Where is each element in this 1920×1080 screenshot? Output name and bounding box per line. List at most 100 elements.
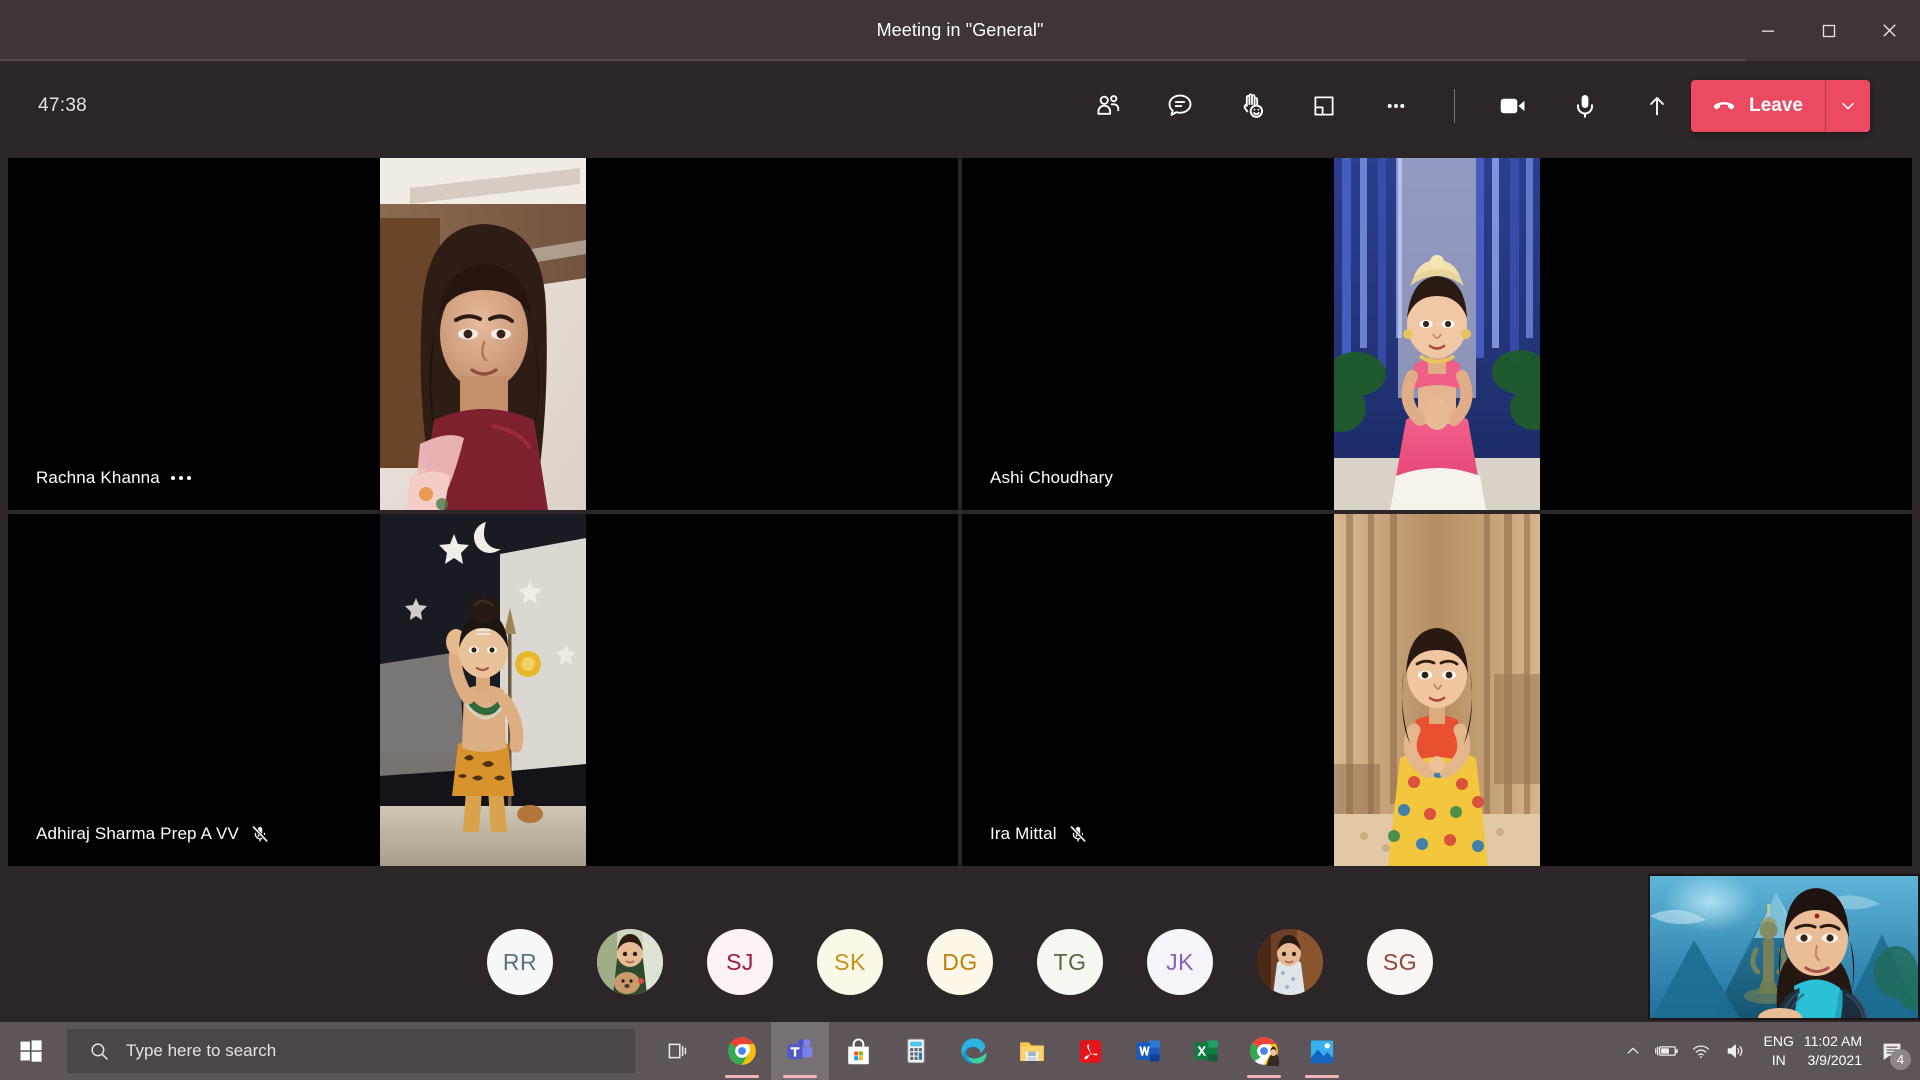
video-stage: Rachna Khanna Ashi Choudhary Adhiraj Sha… <box>0 150 1920 874</box>
task-view-button[interactable] <box>647 1022 707 1080</box>
participant-avatar[interactable] <box>597 929 663 995</box>
self-view-tile[interactable] <box>1648 874 1920 1020</box>
windows-start-icon <box>20 1040 42 1062</box>
calculator-icon <box>907 1038 925 1064</box>
task-view-icon <box>668 1043 687 1059</box>
close-button[interactable] <box>1859 0 1920 61</box>
scene-ashi <box>1334 158 1540 510</box>
participant-avatar[interactable]: DG <box>927 929 993 995</box>
window-controls <box>1737 0 1920 61</box>
action-center-button[interactable]: 4 <box>1872 1022 1912 1080</box>
tile-more-options-icon[interactable] <box>170 476 191 480</box>
system-tray: ENG IN 11:02 AM 3/9/2021 4 <box>1616 1022 1920 1080</box>
maximize-button[interactable] <box>1798 0 1859 61</box>
leave-label: Leave <box>1749 94 1803 116</box>
participant-name-badge: Ashi Choudhary <box>990 468 1113 488</box>
video-tile[interactable]: Ashi Choudhary <box>962 158 1912 510</box>
chat-button[interactable] <box>1154 80 1206 132</box>
camera-button[interactable] <box>1487 80 1539 132</box>
avatar-initials: SJ <box>726 948 754 975</box>
microsoft-store-icon <box>847 1038 869 1064</box>
video-tile[interactable]: Adhiraj Sharma Prep A VV <box>8 514 958 866</box>
microphone-muted-icon <box>1069 825 1086 843</box>
taskbar-app-calculator[interactable] <box>887 1022 945 1080</box>
microsoft-word-icon <box>1136 1040 1160 1062</box>
scene-rachna <box>380 158 586 510</box>
participants-button[interactable] <box>1082 80 1134 132</box>
taskbar-app-teams[interactable] <box>771 1022 829 1080</box>
language-indicator[interactable]: ENG IN <box>1764 1022 1794 1080</box>
microsoft-excel-icon <box>1194 1040 1218 1062</box>
windows-taskbar: Type here to search ENG IN 11:02 AM 3/9/… <box>0 1022 1920 1080</box>
app-running-indicator <box>725 1075 759 1078</box>
app-running-indicator <box>783 1075 817 1078</box>
volume-button[interactable] <box>1718 1022 1752 1080</box>
participant-name: Ira Mittal <box>990 824 1057 843</box>
share-screen-icon <box>1650 96 1664 115</box>
taskbar-app-store[interactable] <box>829 1022 887 1080</box>
participant-name-badge: Rachna Khanna <box>36 468 191 488</box>
leave-button[interactable]: Leave <box>1691 80 1825 132</box>
microphone-button[interactable] <box>1559 80 1611 132</box>
taskbar-app-file-explorer[interactable] <box>1003 1022 1061 1080</box>
volume-icon <box>1727 1044 1742 1058</box>
more-options-icon <box>1387 103 1405 108</box>
close-icon <box>1883 24 1896 37</box>
taskbar-app-excel[interactable] <box>1177 1022 1235 1080</box>
participant-avatar[interactable]: JK <box>1147 929 1213 995</box>
battery-charging-icon <box>1654 1046 1678 1056</box>
language-line-1: ENG <box>1763 1033 1794 1049</box>
show-hidden-icons-button[interactable] <box>1616 1022 1650 1080</box>
wifi-button[interactable] <box>1684 1022 1718 1080</box>
taskbar-app-chrome[interactable] <box>713 1022 771 1080</box>
scene-ira <box>1334 514 1540 866</box>
participant-avatar[interactable] <box>1257 929 1323 995</box>
raise-hand-icon <box>1243 93 1263 118</box>
taskbar-app-word[interactable] <box>1119 1022 1177 1080</box>
microsoft-edge-icon <box>961 1038 987 1064</box>
avatar-initials: RR <box>502 948 538 975</box>
taskbar-app-chrome-window[interactable] <box>1235 1022 1293 1080</box>
reactions-button[interactable] <box>1226 80 1278 132</box>
start-button[interactable] <box>0 1022 62 1080</box>
avatar-initials: JK <box>1166 948 1194 975</box>
teams-meeting-window: Meeting in "General" 47:38 Leave Rachna … <box>0 0 1920 1080</box>
taskbar-app-photos[interactable] <box>1293 1022 1351 1080</box>
adobe-acrobat-icon <box>1079 1039 1101 1063</box>
share-screen-button[interactable] <box>1631 80 1683 132</box>
leave-options-button[interactable] <box>1826 80 1870 132</box>
file-explorer-icon <box>1020 1042 1044 1061</box>
video-tile[interactable]: Rachna Khanna <box>8 158 958 510</box>
search-icon <box>91 1042 108 1060</box>
battery-button[interactable] <box>1650 1022 1684 1080</box>
participant-video <box>380 514 586 866</box>
chat-icon <box>1168 94 1192 116</box>
participant-avatar[interactable]: TG <box>1037 929 1103 995</box>
participant-avatar[interactable]: RR <box>487 929 553 995</box>
participant-avatar[interactable]: SG <box>1367 929 1433 995</box>
taskbar-app-acrobat[interactable] <box>1061 1022 1119 1080</box>
window-title: Meeting in "General" <box>876 20 1044 40</box>
participant-video <box>380 158 586 510</box>
participant-avatar[interactable]: SK <box>817 929 883 995</box>
more-options-button[interactable] <box>1370 80 1422 132</box>
avatar-initials: SG <box>1382 948 1418 975</box>
participant-name: Ashi Choudhary <box>990 468 1114 487</box>
search-placeholder: Type here to search <box>126 1041 277 1060</box>
minimize-button[interactable] <box>1737 0 1798 61</box>
clock-date: 3/9/2021 <box>1807 1052 1863 1068</box>
participant-name: Rachna Khanna <box>36 468 160 487</box>
taskbar-app-edge[interactable] <box>945 1022 1003 1080</box>
camera-icon <box>1500 98 1525 113</box>
scene-av-child2 <box>1257 929 1323 995</box>
hangup-phone-icon <box>1714 101 1735 109</box>
clock[interactable]: 11:02 AM 3/9/2021 <box>1804 1022 1862 1080</box>
participant-avatar[interactable]: SJ <box>707 929 773 995</box>
google-chrome-icon <box>728 1037 756 1065</box>
notification-count-badge: 4 <box>1890 1049 1911 1070</box>
breakout-rooms-button[interactable] <box>1298 80 1350 132</box>
app-running-indicator <box>1247 1075 1281 1078</box>
wifi-icon <box>1692 1045 1709 1059</box>
search-input[interactable]: Type here to search <box>67 1029 635 1073</box>
video-tile[interactable]: Ira Mittal <box>962 514 1912 866</box>
